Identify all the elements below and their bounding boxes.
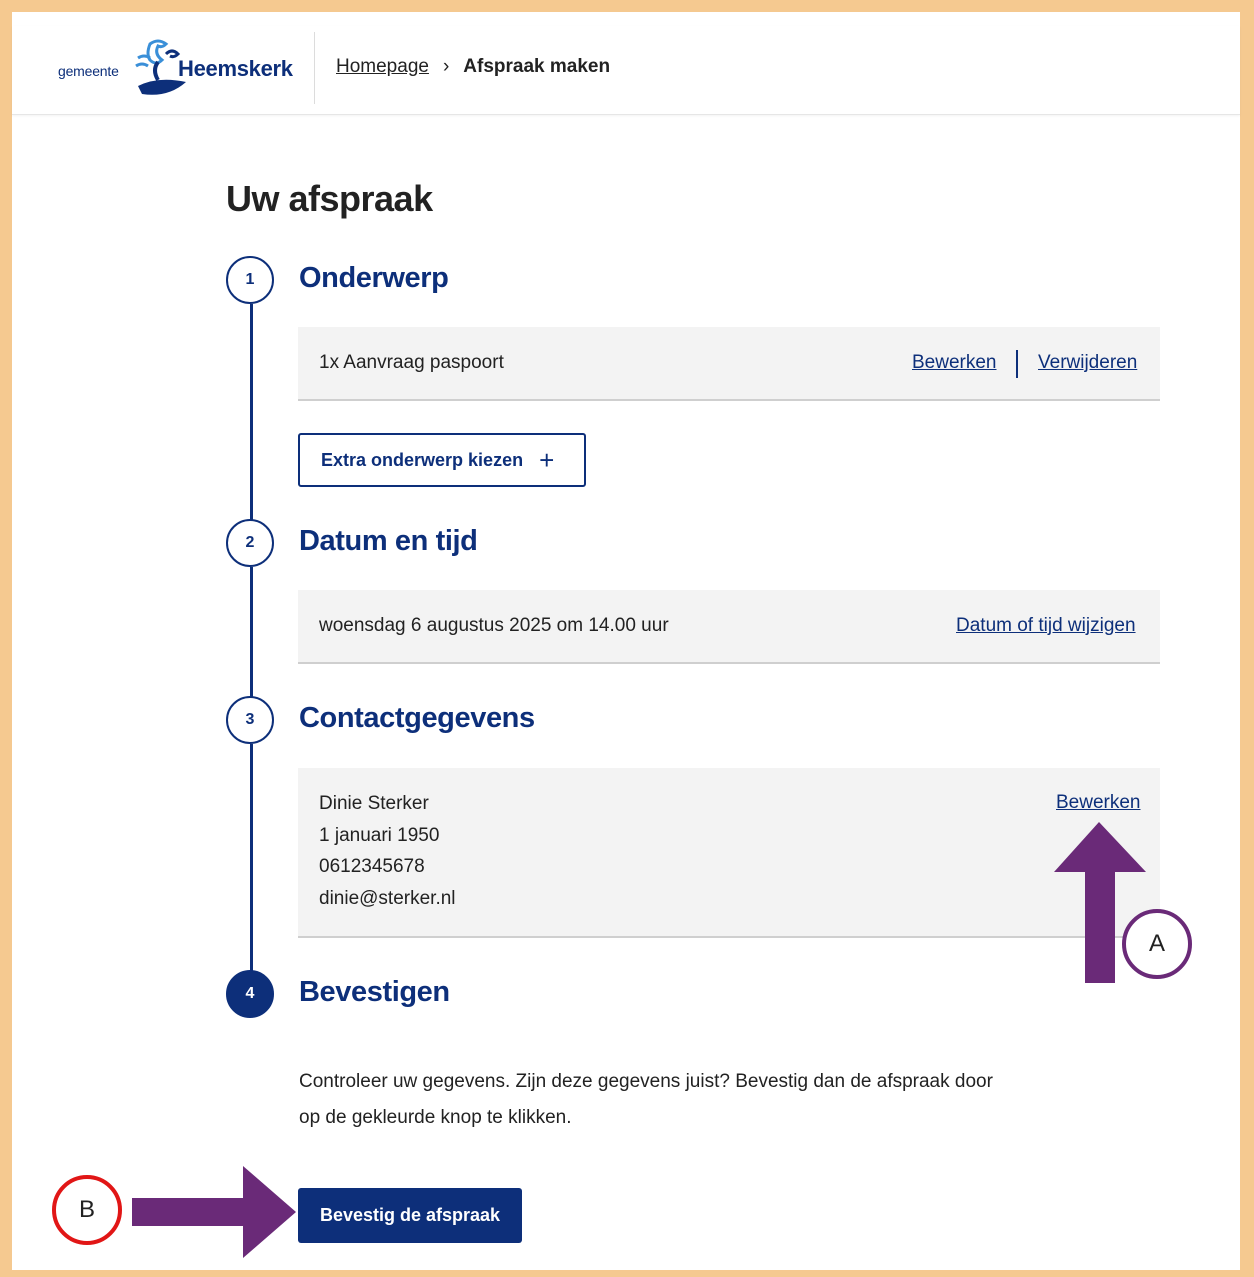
annotation-arrows: [132, 822, 1146, 1258]
annotation-b-marker: B: [52, 1175, 122, 1245]
annotation-a-marker: A: [1122, 909, 1192, 979]
arrow-right-icon: [132, 1166, 296, 1258]
